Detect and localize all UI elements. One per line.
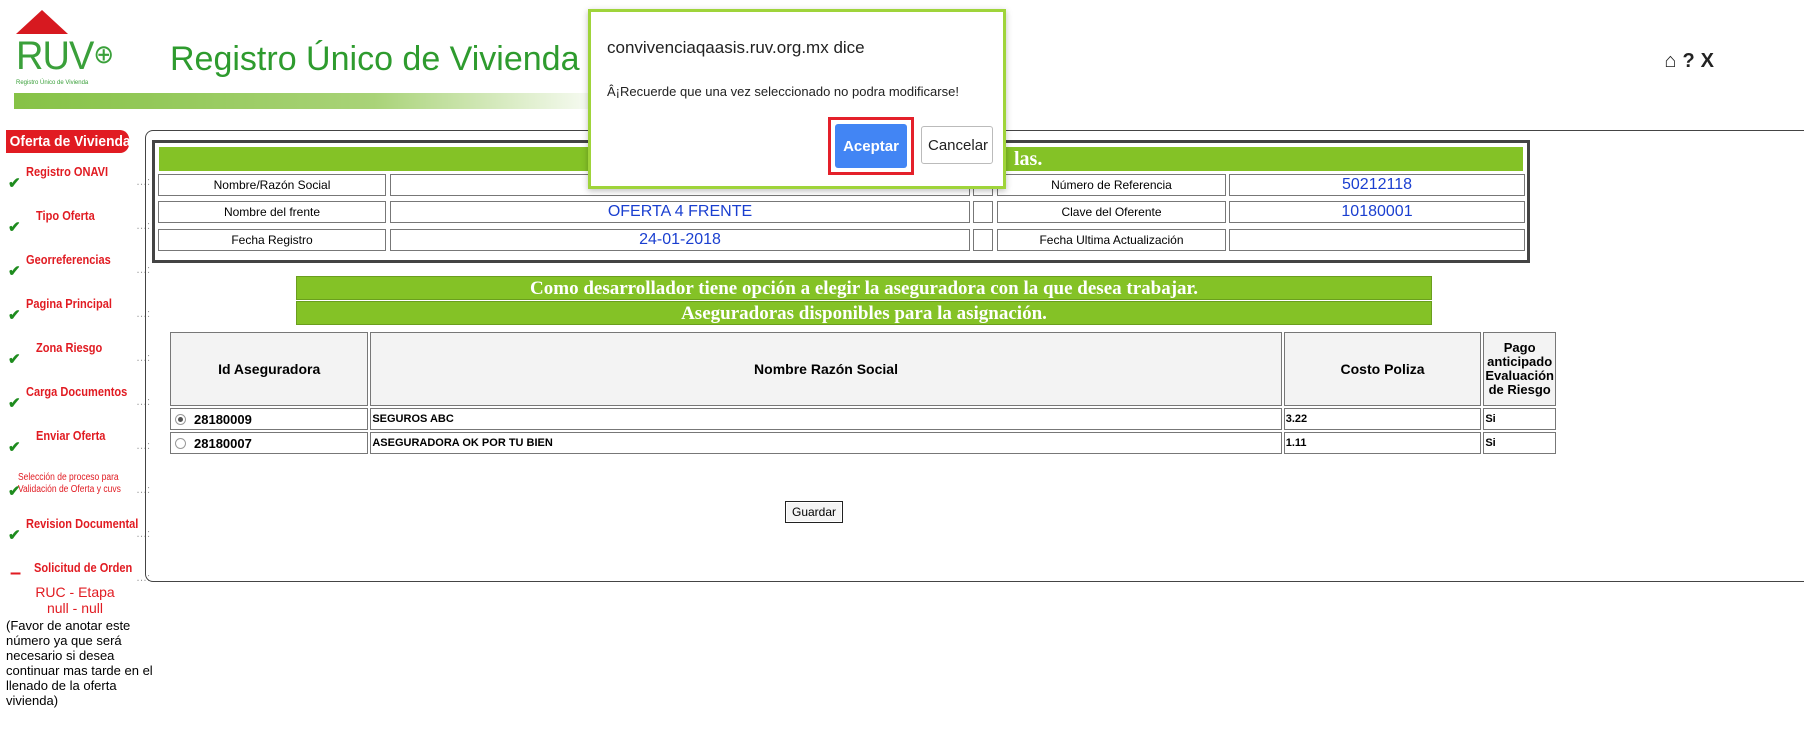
sidebar-item-label: Carga Documentos <box>26 384 128 399</box>
current-step-icon: – <box>10 562 22 584</box>
sidebar-item-label: Zona Riesgo <box>36 340 103 355</box>
info-value: 10180001 <box>1229 201 1525 223</box>
info-value: OFERTA 4 FRENTE <box>390 201 970 223</box>
insurer-pago: Si <box>1483 432 1556 454</box>
sidebar-item-enviar-oferta[interactable]: ✔ Enviar Oferta …: <box>4 424 154 468</box>
check-icon: ✔ <box>8 395 21 412</box>
sidebar-item-label: Revision Documental <box>26 516 139 531</box>
info-label: Clave del Oferente <box>997 201 1226 223</box>
sidebar-item-zona-riesgo[interactable]: ✔ Zona Riesgo …: <box>4 336 154 380</box>
insurer-id: 28180007 <box>194 435 252 451</box>
insurer-radio[interactable] <box>175 413 186 425</box>
sidebar-item-carga-documentos[interactable]: ✔ Carga Documentos …: <box>4 380 154 424</box>
insurer-choice-banner: Como desarrollador tiene opción a elegir… <box>296 276 1432 300</box>
header-gradient-bar <box>14 93 614 109</box>
home-icon[interactable]: ⌂ <box>1664 50 1682 72</box>
info-value: 24-01-2018 <box>390 229 970 251</box>
insurer-name: ASEGURADORA OK POR TU BIEN <box>370 432 1282 454</box>
sidebar-menu: ✔ Registro ONAVI …: ✔ Tipo Oferta …: ✔ G… <box>4 160 154 600</box>
accept-button[interactable]: Aceptar <box>835 124 907 168</box>
column-header: Costo Poliza <box>1283 332 1482 406</box>
cancel-button[interactable]: Cancelar <box>921 126 993 164</box>
info-value <box>1229 229 1525 251</box>
insurer-name: SEGUROS ABC <box>370 408 1282 430</box>
logo-subtitle: Registro Único de Vivienda <box>16 80 89 86</box>
dialog-message: Â¡Recuerde que una vez seleccionado no p… <box>607 84 959 99</box>
ok-highlight: Aceptar <box>828 117 914 175</box>
sidebar-item-tipo-oferta[interactable]: ✔ Tipo Oferta …: <box>4 204 154 248</box>
sidebar-item-label-line2: Validación de Oferta y cuvs <box>18 484 121 495</box>
check-icon: ✔ <box>8 263 21 280</box>
column-header: Id Aseguradora <box>170 332 369 406</box>
check-icon: ✔ <box>8 219 21 236</box>
info-spacer <box>973 229 993 251</box>
insurer-cost: 3.22 <box>1283 408 1482 430</box>
sidebar-item-label: Georreferencias <box>26 252 111 267</box>
app-title: Registro Único de Vivienda <box>170 40 580 78</box>
sidebar-heading[interactable]: Oferta de Vivienda <box>6 130 131 153</box>
info-label: Fecha Ultima Actualización <box>997 229 1226 251</box>
logo-roof-icon <box>16 10 68 34</box>
sidebar-item-label-line1: Selección de proceso para <box>18 472 119 483</box>
sidebar-item-pagina-principal[interactable]: ✔ Pagina Principal …: <box>4 292 154 336</box>
column-header: Nombre Razón Social <box>370 332 1282 406</box>
confirm-dialog: convivenciaqaasis.ruv.org.mx dice Â¡Recu… <box>588 9 1006 189</box>
insurers-table: Id Aseguradora Nombre Razón Social Costo… <box>168 330 1558 456</box>
check-icon: ✔ <box>8 351 21 368</box>
table-row[interactable]: 28180009 SEGUROS ABC 3.22 Si <box>170 408 1556 430</box>
table-row[interactable]: 28180007 ASEGURADORA OK POR TU BIEN 1.11… <box>170 432 1556 454</box>
sidebar-item-label: Registro ONAVI <box>26 164 109 179</box>
check-icon: ✔ <box>8 527 21 544</box>
sidebar-item-label: Selección de proceso para Validación de O… <box>18 472 121 496</box>
sidebar-item-label: Pagina Principal <box>26 296 112 311</box>
sidebar-item-label: Enviar Oferta <box>36 428 106 443</box>
help-icon[interactable]: ? <box>1682 50 1700 72</box>
check-icon: ✔ <box>8 175 21 192</box>
insurer-id: 28180009 <box>194 411 252 427</box>
info-label: Número de Referencia <box>997 174 1226 196</box>
sidebar-item-label: Tipo Oferta <box>36 208 95 223</box>
ruc-value: null - null <box>46 600 104 616</box>
available-insurers-banner: Aseguradoras disponibles para la asignac… <box>296 301 1432 325</box>
close-icon[interactable]: X <box>1701 50 1720 72</box>
sidebar-item-registro-onavi[interactable]: ✔ Registro ONAVI …: <box>4 160 154 204</box>
logo-circle-icon: ⊕ <box>93 39 114 69</box>
sidebar-item-revision-documental[interactable]: ✔ Revision Documental …: <box>4 512 154 556</box>
ruv-logo: RUV⊕ Registro Único de Vivienda <box>14 10 124 88</box>
top-icons: ⌂?X <box>1664 50 1720 73</box>
check-icon: ✔ <box>8 307 21 324</box>
info-label: Fecha Registro <box>158 229 386 251</box>
insurer-pago: Si <box>1483 408 1556 430</box>
info-label: Nombre del frente <box>158 201 386 223</box>
sidebar-item-georreferencias[interactable]: ✔ Georreferencias …: <box>4 248 154 292</box>
info-label: Nombre/Razón Social <box>158 174 386 196</box>
insurer-cost: 1.11 <box>1283 432 1482 454</box>
info-value: 50212118 <box>1229 174 1525 196</box>
sidebar-note: (Favor de anotar este número ya que será… <box>6 618 153 708</box>
dialog-title: convivenciaqaasis.ruv.org.mx dice <box>607 38 865 57</box>
ruc-label: RUC - Etapa <box>35 584 115 600</box>
table-header-row: Id Aseguradora Nombre Razón Social Costo… <box>170 332 1556 406</box>
sidebar-item-seleccion-proceso[interactable]: ✔ Selección de proceso para Validación de… <box>4 468 154 512</box>
check-icon: ✔ <box>8 439 21 456</box>
info-spacer <box>973 201 993 223</box>
column-header: Pago anticipado Evaluación de Riesgo <box>1483 332 1556 406</box>
save-button[interactable]: Guardar <box>785 501 844 523</box>
sidebar-item-label: Solicitud de Orden <box>34 560 133 575</box>
logo-text: RUV <box>16 34 94 78</box>
insurer-radio[interactable] <box>175 437 186 449</box>
